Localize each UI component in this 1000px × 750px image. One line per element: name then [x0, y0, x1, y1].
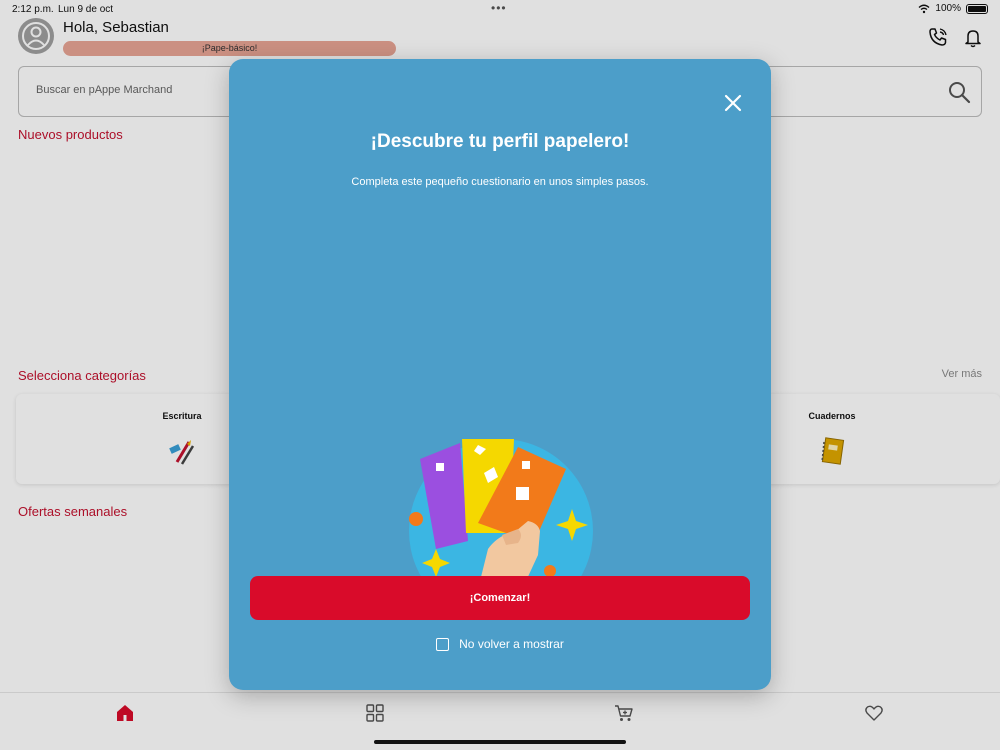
- modal-subtitle: Completa este pequeño cuestionario en un…: [351, 176, 649, 188]
- home-indicator[interactable]: [374, 740, 626, 744]
- paper-cards-illustration: [409, 439, 593, 581]
- dont-show-again-checkbox[interactable]: [436, 637, 450, 651]
- dont-show-again-label[interactable]: No volver a mostrar: [459, 637, 564, 651]
- modal-title: ¡Descubre tu perfil papelero!: [370, 131, 630, 152]
- close-icon[interactable]: [723, 93, 743, 113]
- start-button[interactable]: ¡Comenzar!: [250, 576, 750, 620]
- dont-show-again-row[interactable]: No volver a mostrar: [229, 637, 771, 651]
- profile-quiz-modal: ¡Descubre tu perfil papelero! Completa e…: [229, 59, 771, 690]
